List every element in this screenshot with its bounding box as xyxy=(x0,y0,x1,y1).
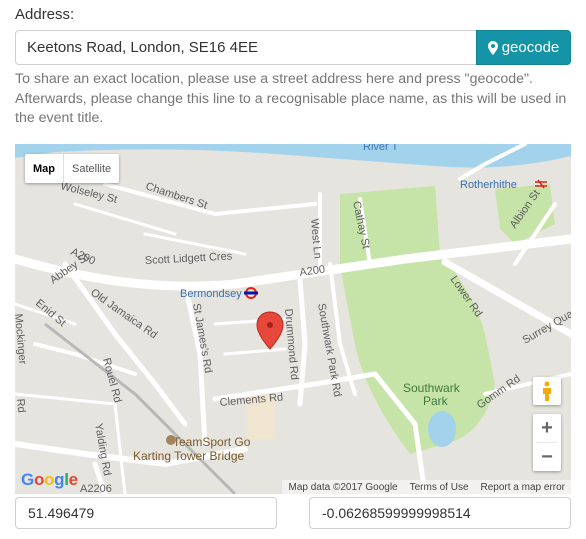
address-input-group: geocode xyxy=(15,30,571,65)
zoom-control: + − xyxy=(533,414,561,471)
bermondsey-label: Bermondsey xyxy=(180,288,242,300)
rd-left-label: Rd xyxy=(15,398,27,413)
map-type-satellite-button[interactable]: Satellite xyxy=(64,154,119,183)
river-label: River T xyxy=(363,144,399,153)
zoom-out-button[interactable]: − xyxy=(533,443,561,471)
address-help-text: To share an exact location, please use a… xyxy=(15,71,567,126)
map-type-control: Map Satellite xyxy=(25,154,120,183)
geocode-button[interactable]: geocode xyxy=(476,30,571,65)
address-label: Address: xyxy=(15,6,75,23)
terms-of-use-link[interactable]: Terms of Use xyxy=(404,482,475,493)
teamsport-label-1: TeamSport Go xyxy=(173,435,251,449)
address-input[interactable] xyxy=(15,30,476,65)
map-data-attribution: Map data ©2017 Google xyxy=(288,481,398,493)
map-marker-icon xyxy=(487,40,498,55)
rotherhithe-label: Rotherhithe xyxy=(460,179,517,191)
place-icon xyxy=(166,435,176,445)
teamsport-label-2: Karting Tower Bridge xyxy=(133,449,244,463)
southwark-park-label-2: Park xyxy=(423,394,449,408)
map-canvas[interactable]: River T Rotherhithe Bermondsey Southwark… xyxy=(15,144,571,494)
pegman-icon xyxy=(543,381,551,401)
a2206-label: A2206 xyxy=(80,483,112,494)
longitude-input[interactable] xyxy=(309,497,571,529)
street-view-pegman-button[interactable] xyxy=(533,377,561,405)
southwark-park-label-1: Southwark xyxy=(403,381,461,395)
park-lake xyxy=(428,411,456,447)
geocode-label: geocode xyxy=(501,39,560,56)
latitude-input[interactable] xyxy=(15,497,277,529)
map-type-map-button[interactable]: Map xyxy=(25,154,63,183)
google-logo[interactable]: Google xyxy=(21,470,78,490)
map-attribution: Map data ©2017 Google Terms of Use Repor… xyxy=(282,480,571,494)
report-map-error-link[interactable]: Report a map error xyxy=(475,482,571,493)
map-view[interactable]: River T Rotherhithe Bermondsey Southwark… xyxy=(15,144,571,494)
zoom-in-button[interactable]: + xyxy=(533,414,561,442)
